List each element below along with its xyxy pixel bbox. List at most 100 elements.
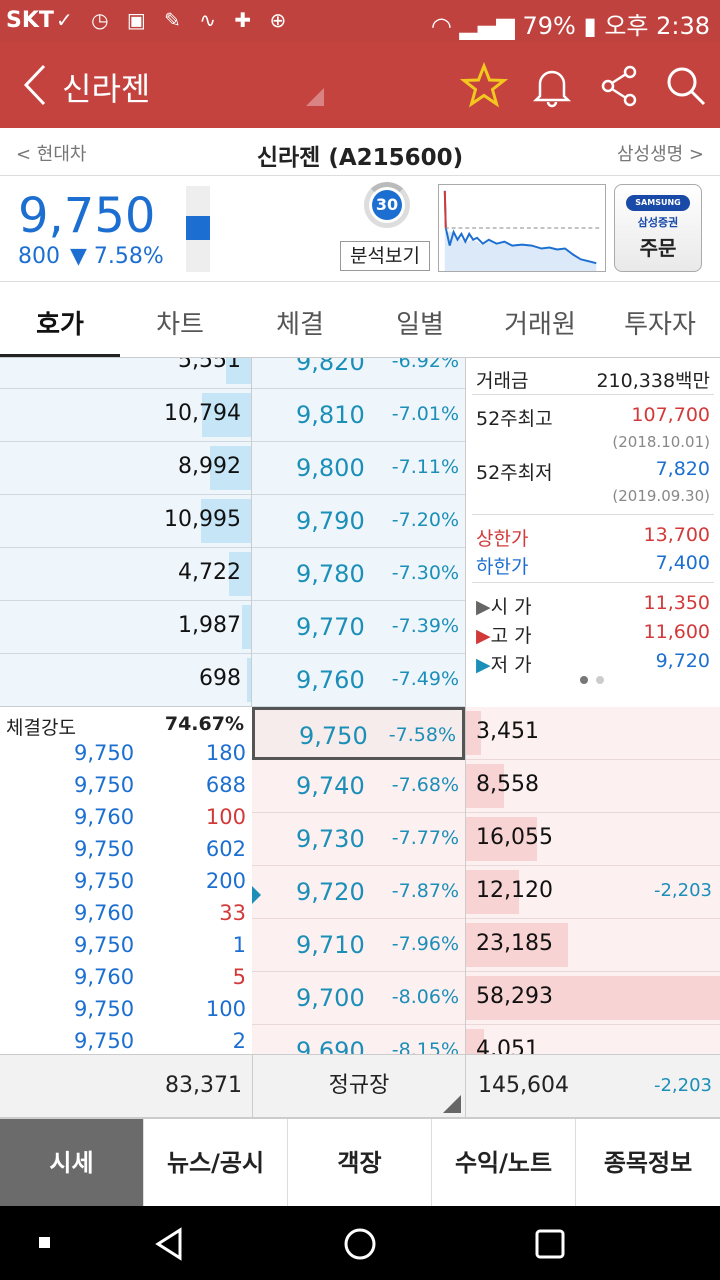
ask-rate: -7.30% (391, 562, 459, 584)
search-icon[interactable] (662, 62, 710, 110)
analysis-score: 30 (372, 190, 402, 220)
share-icon[interactable] (596, 62, 644, 110)
ask-volume-row[interactable]: 698 (0, 654, 251, 707)
open-arrow-icon: ▶ (476, 596, 491, 618)
nav-stock-info[interactable]: 종목정보 (576, 1119, 720, 1207)
bid-rate: -7.68% (391, 774, 459, 796)
bid-price: 9,710 (296, 931, 365, 959)
ask-volume: 10,995 (164, 507, 241, 532)
ask-price: 9,820 (296, 358, 365, 376)
bid-volume-row[interactable]: 58,293 (466, 972, 720, 1025)
bid-price-row[interactable]: 9,720 -7.87% (252, 866, 465, 919)
trade-row: 9,760 33 (0, 901, 252, 933)
recents-dot-icon[interactable] (38, 1236, 52, 1250)
active-tab-indicator (0, 354, 120, 357)
ask-price-row[interactable]: 9,790 -7.20% (252, 495, 465, 548)
ask-volume-row[interactable]: 10,995 (0, 495, 251, 548)
bid-volume: 8,558 (476, 772, 539, 797)
bid-volume-row[interactable]: 16,055 (466, 813, 720, 866)
high-arrow-icon: ▶ (476, 625, 491, 647)
bid-volume-row[interactable]: 12,120 -2,203 (466, 866, 720, 919)
bid-price: 9,700 (296, 984, 365, 1012)
low52-value: 7,820 (655, 458, 710, 480)
lower-limit-value: 7,400 (655, 552, 710, 574)
lower-limit-label: 하한가 (476, 556, 529, 578)
bid-price-row[interactable]: 9,710 -7.96% (252, 919, 465, 972)
order-label: 주문 (639, 236, 677, 260)
trade-price: 9,750 (74, 997, 135, 1021)
price-change: 800 ▼ 7.58% (18, 244, 164, 269)
trade-volume: 180 (205, 741, 246, 765)
ask-price-row[interactable]: 9,770 -7.39% (252, 601, 465, 654)
ask-price-row[interactable]: 9,820 -6.92% (252, 358, 465, 389)
bid-volume-row[interactable]: 23,185 (466, 919, 720, 972)
bid-total: 145,604 (478, 1073, 569, 1098)
ask-volume-row[interactable]: 1,987 (0, 601, 251, 654)
tab-trades[interactable]: 체결 (240, 304, 360, 341)
high52-date: (2018.10.01) (612, 433, 710, 451)
back-nav-icon[interactable] (150, 1224, 190, 1264)
ask-volume-row[interactable]: 8,992 (0, 442, 251, 495)
strength-label: 체결강도 (6, 717, 76, 739)
star-icon[interactable] (460, 62, 508, 110)
trade-price: 9,750 (74, 869, 135, 893)
trade-volume: 5 (232, 965, 246, 989)
analysis-score-ring[interactable]: 30 (364, 182, 410, 228)
bid-price-row[interactable]: 9,690 -8.15% (252, 1025, 465, 1054)
home-nav-icon[interactable] (340, 1224, 380, 1264)
nav-quote[interactable]: 시세 (0, 1119, 144, 1207)
high52-label: 52주최고 (476, 408, 553, 430)
ask-price-row[interactable]: 9,760 -7.49% (252, 654, 465, 707)
ask-price-row[interactable]: 9,810 -7.01% (252, 389, 465, 442)
tab-hoga[interactable]: 호가 (0, 304, 120, 341)
day-range-bar (186, 186, 210, 272)
order-button[interactable]: SAMSUNG 삼성증권 주문 (614, 184, 702, 272)
bell-icon[interactable] (528, 62, 576, 110)
ask-price-row[interactable]: 9,800 -7.11% (252, 442, 465, 495)
bid-price-row[interactable]: 9,740 -7.68% (252, 760, 465, 813)
clock: 오후 2:38 (604, 12, 710, 40)
trade-row: 9,760 5 (0, 965, 252, 997)
tab-chart[interactable]: 차트 (120, 304, 240, 341)
tab-brokers[interactable]: 거래원 (480, 304, 600, 341)
system-nav-bar (0, 1206, 720, 1280)
bid-volume-row[interactable]: 8,558 (466, 760, 720, 813)
session-selector[interactable]: 정규장 (252, 1055, 466, 1117)
nav-profit-note[interactable]: 수익/노트 (432, 1119, 576, 1207)
tab-daily[interactable]: 일별 (360, 304, 480, 341)
ask-volume: 5,551 (178, 358, 241, 373)
back-arrow-icon[interactable] (18, 60, 58, 110)
mini-chart[interactable] (438, 184, 606, 272)
nav-news[interactable]: 뉴스/공시 (144, 1119, 288, 1207)
analysis-button[interactable]: 분석보기 (340, 241, 430, 271)
corner-triangle-icon (443, 1095, 461, 1113)
stock-title[interactable]: 신라젠 (62, 64, 150, 110)
next-stock-link[interactable]: 삼성생명 > (617, 140, 704, 166)
strength-value: 74.67% (164, 713, 244, 735)
ask-price: 9,800 (296, 454, 365, 482)
current-price-row[interactable]: 9,750 -7.58% (252, 707, 465, 760)
bid-price-row[interactable]: 9,700 -8.06% (252, 972, 465, 1025)
trade-volume: 100 (205, 997, 246, 1021)
bid-volume-row[interactable]: 4,051 (466, 1025, 720, 1054)
ask-volume-bar (247, 658, 251, 702)
trade-row: 9,750 100 (0, 997, 252, 1029)
overview-nav-icon[interactable] (530, 1224, 570, 1264)
trade-row: 9,750 688 (0, 773, 252, 805)
bid-price-row[interactable]: 9,730 -7.77% (252, 813, 465, 866)
ask-price-row[interactable]: 9,780 -7.30% (252, 548, 465, 601)
tab-investors[interactable]: 투자자 (600, 304, 720, 341)
ask-volume-row[interactable]: 4,722 (0, 548, 251, 601)
bid-volume-row[interactable]: 3,451 (466, 707, 720, 760)
low52-label: 52주최저 (476, 462, 553, 484)
ask-volume: 8,992 (178, 454, 241, 479)
nav-lounge[interactable]: 객장 (288, 1119, 432, 1207)
carrier-label: SKT (6, 8, 54, 33)
ask-rate: -6.92% (391, 358, 459, 372)
ask-volume-row[interactable]: 10,794 (0, 389, 251, 442)
ask-rate: -7.11% (391, 456, 459, 478)
trade-price: 9,760 (74, 965, 135, 989)
bid-volume: 3,451 (476, 719, 539, 744)
ask-volume-row[interactable]: 5,551 (0, 358, 251, 389)
status-bar: SKT ✓ ◷ ▣ ✎ ∿ ✚ ⊕ ◠ ▂▄▆ 79% ▮ 오후 2:38 (0, 0, 720, 42)
